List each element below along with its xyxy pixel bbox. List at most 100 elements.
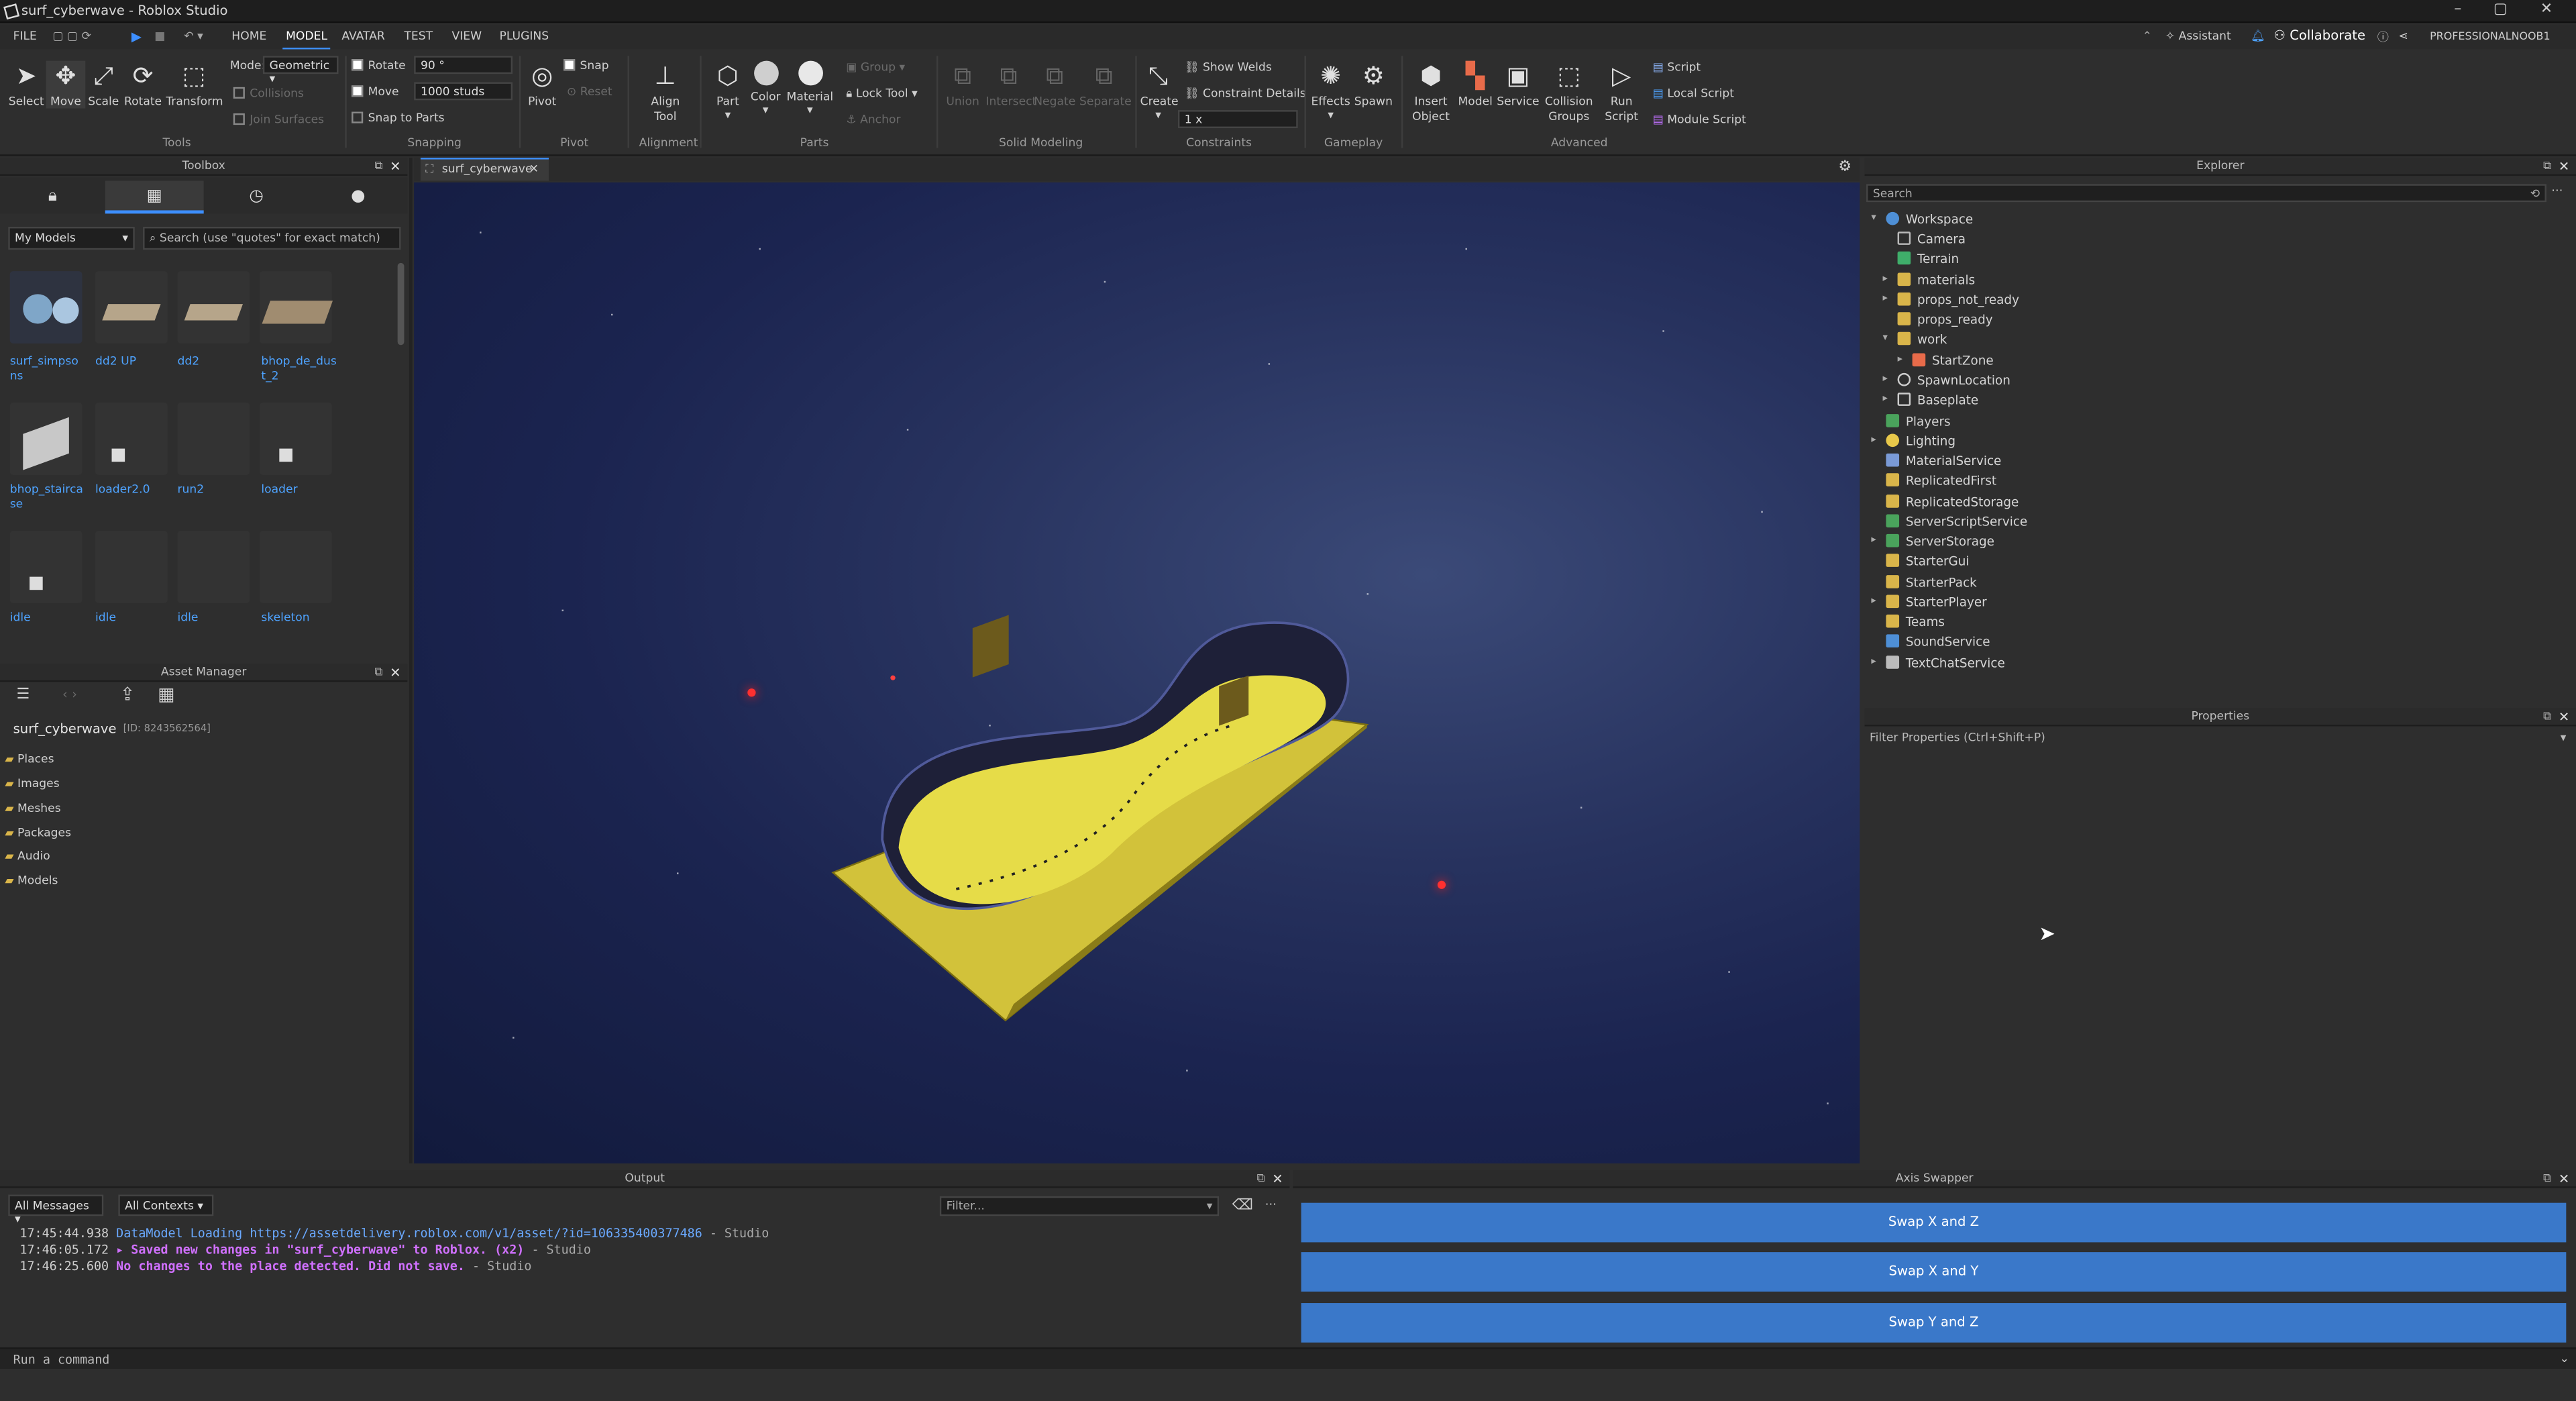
- create-constraint-button[interactable]: ⤡ Create ▾: [1140, 61, 1179, 122]
- folder-meshes[interactable]: ▰ Meshes: [5, 802, 60, 815]
- upload-icon[interactable]: ⇪: [120, 684, 136, 705]
- group-button[interactable]: ▣ Group ▾: [846, 61, 905, 74]
- model-label[interactable]: bhop_staircase: [10, 483, 86, 513]
- close-icon[interactable]: ✕: [2559, 158, 2569, 176]
- model-thumbnail[interactable]: [259, 531, 332, 603]
- anchor-button[interactable]: ⚓︎ Anchor: [846, 113, 900, 127]
- category-dropdown[interactable]: My Models ▾: [8, 226, 135, 250]
- select-tool[interactable]: ➤ Select: [7, 61, 46, 109]
- tree-node[interactable]: ▸ Lighting: [1871, 433, 1955, 449]
- local-script-button[interactable]: ▤ Local Script: [1653, 87, 1734, 101]
- play-icon[interactable]: ▶: [131, 30, 142, 44]
- part-button[interactable]: ⬡ Part ▾: [710, 61, 746, 122]
- service-button[interactable]: ▣ Service: [1497, 61, 1540, 109]
- model-label[interactable]: loader: [261, 483, 337, 498]
- close-window-button[interactable]: ✕: [2527, 1, 2567, 19]
- menu-plugins[interactable]: PLUGINS: [499, 30, 549, 43]
- folder-places[interactable]: ▰ Places: [5, 753, 54, 766]
- insert-object-button[interactable]: ⬢ Insert Object: [1406, 61, 1455, 125]
- model-thumbnail[interactable]: [95, 271, 168, 344]
- tree-node[interactable]: ReplicatedFirst: [1886, 473, 1996, 488]
- tree-node[interactable]: ▸ props_not_ready: [1883, 292, 2019, 307]
- model-label[interactable]: run2: [177, 483, 253, 498]
- show-welds-button[interactable]: ⛓︎ Show Welds: [1185, 61, 1272, 74]
- swap-y-z-button[interactable]: Swap Y and Z: [1301, 1303, 2567, 1343]
- model-thumbnail[interactable]: [259, 271, 333, 344]
- grid-view-icon[interactable]: ▦: [158, 684, 174, 705]
- run-script-button[interactable]: ▷ Run Script: [1600, 61, 1643, 125]
- pin-icon[interactable]: ⧉: [2543, 1170, 2551, 1188]
- move-snap-input[interactable]: 1000 studs: [414, 82, 513, 101]
- 3d-viewport[interactable]: [414, 182, 1860, 1163]
- tree-node[interactable]: ▸ StartZone: [1898, 353, 1994, 368]
- model-thumbnail[interactable]: [259, 403, 332, 475]
- constraint-details-button[interactable]: ⛓︎ Constraint Details: [1185, 87, 1306, 101]
- output-filter-input[interactable]: Filter... ▾: [939, 1196, 1220, 1216]
- lock-tool-button[interactable]: 🔒︎ Lock Tool ▾: [846, 87, 918, 102]
- pin-icon[interactable]: ⧉: [374, 664, 382, 682]
- close-icon[interactable]: ✕: [390, 158, 400, 176]
- contexts-filter-dropdown[interactable]: All Contexts ▾: [118, 1194, 214, 1216]
- move-snap-toggle[interactable]: Move: [352, 85, 399, 99]
- model-thumbnail[interactable]: [177, 271, 250, 344]
- model-label[interactable]: dd2 UP: [95, 355, 171, 370]
- model-label[interactable]: dd2: [177, 355, 253, 370]
- toolbox-scrollbar[interactable]: [397, 262, 405, 346]
- menu-avatar[interactable]: AVATAR: [341, 30, 384, 43]
- splitter[interactable]: [409, 158, 413, 1163]
- tab-creations[interactable]: ●: [309, 180, 407, 213]
- tree-node[interactable]: ▸ ServerStorage: [1871, 533, 1994, 549]
- surf-map-model[interactable]: [414, 183, 1860, 1163]
- negate-button[interactable]: ⧉ Negate: [1033, 61, 1076, 109]
- notification-icon[interactable]: 🔔︎: [2251, 30, 2265, 43]
- transform-tool[interactable]: ⬚ Transform: [166, 61, 223, 109]
- tab-inventory[interactable]: 🔒︎: [3, 180, 102, 213]
- tab-marketplace[interactable]: ▦: [105, 180, 204, 214]
- tree-node[interactable]: ▾ work: [1883, 331, 1947, 347]
- model-thumbnail[interactable]: [95, 403, 168, 475]
- assistant-button[interactable]: ✧ Assistant: [2165, 30, 2231, 43]
- minimize-button[interactable]: –: [2438, 1, 2477, 19]
- folder-packages[interactable]: ▰ Packages: [5, 827, 71, 840]
- tree-node[interactable]: ▸ Baseplate: [1883, 393, 1978, 407]
- constraint-scale-input[interactable]: 1 x: [1177, 110, 1298, 129]
- help-icon[interactable]: ⓘ: [2377, 30, 2389, 46]
- rotate-tool[interactable]: ⟳ Rotate: [123, 61, 163, 109]
- tree-node[interactable]: ▸ materials: [1883, 272, 1975, 288]
- tree-node[interactable]: ▸ SpawnLocation: [1883, 372, 2010, 388]
- pin-icon[interactable]: ⧉: [374, 158, 382, 176]
- collisions-toggle[interactable]: Collisions: [233, 87, 304, 100]
- model-thumbnail[interactable]: [95, 531, 168, 603]
- explorer-search-input[interactable]: Search ⟲: [1866, 184, 2546, 203]
- model-label[interactable]: skeleton: [261, 611, 337, 626]
- pin-icon[interactable]: ⧉: [2543, 709, 2551, 727]
- move-tool[interactable]: ✥ Move: [46, 60, 86, 109]
- collaborate-button[interactable]: ⚇ Collaborate: [2273, 28, 2365, 43]
- align-tool[interactable]: ⊥ Align Tool: [643, 61, 689, 125]
- pin-icon[interactable]: ⧉: [2543, 158, 2551, 176]
- script-button[interactable]: ▤ Script: [1653, 61, 1701, 74]
- spawn-button[interactable]: ⚙ Spawn: [1354, 61, 1393, 109]
- tree-node[interactable]: ReplicatedStorage: [1886, 495, 2019, 509]
- menu-icon[interactable]: ☰: [16, 687, 30, 703]
- model-label[interactable]: idle: [10, 611, 86, 626]
- menu-view[interactable]: VIEW: [451, 30, 482, 43]
- tree-node[interactable]: ▾ Workspace: [1871, 211, 1973, 227]
- close-icon[interactable]: ✕: [2559, 1170, 2569, 1188]
- collapse-ribbon-icon[interactable]: ⌃: [2142, 30, 2151, 43]
- separate-button[interactable]: ⧉ Separate: [1079, 61, 1132, 109]
- intersect-button[interactable]: ⧉ Intersect: [985, 61, 1036, 109]
- menu-test[interactable]: TEST: [404, 30, 433, 43]
- swap-x-y-button[interactable]: Swap X and Y: [1301, 1252, 2567, 1292]
- tab-recent[interactable]: ◷: [207, 180, 306, 213]
- model-thumbnail[interactable]: [9, 531, 83, 603]
- expand-icon[interactable]: ▸: [1898, 354, 1902, 365]
- document-tab[interactable]: ⛶ surf_cyberwave ✕: [420, 158, 549, 181]
- close-icon[interactable]: ✕: [1272, 1170, 1283, 1188]
- rotate-snap-toggle[interactable]: Rotate: [352, 59, 406, 72]
- expand-icon[interactable]: ▸: [1871, 434, 1876, 446]
- model-thumbnail[interactable]: [177, 531, 250, 603]
- file-icons[interactable]: ▢ ▢ ⟳: [52, 30, 91, 43]
- pin-icon[interactable]: ⧉: [1256, 1170, 1265, 1188]
- union-button[interactable]: ⧉ Union: [943, 61, 983, 109]
